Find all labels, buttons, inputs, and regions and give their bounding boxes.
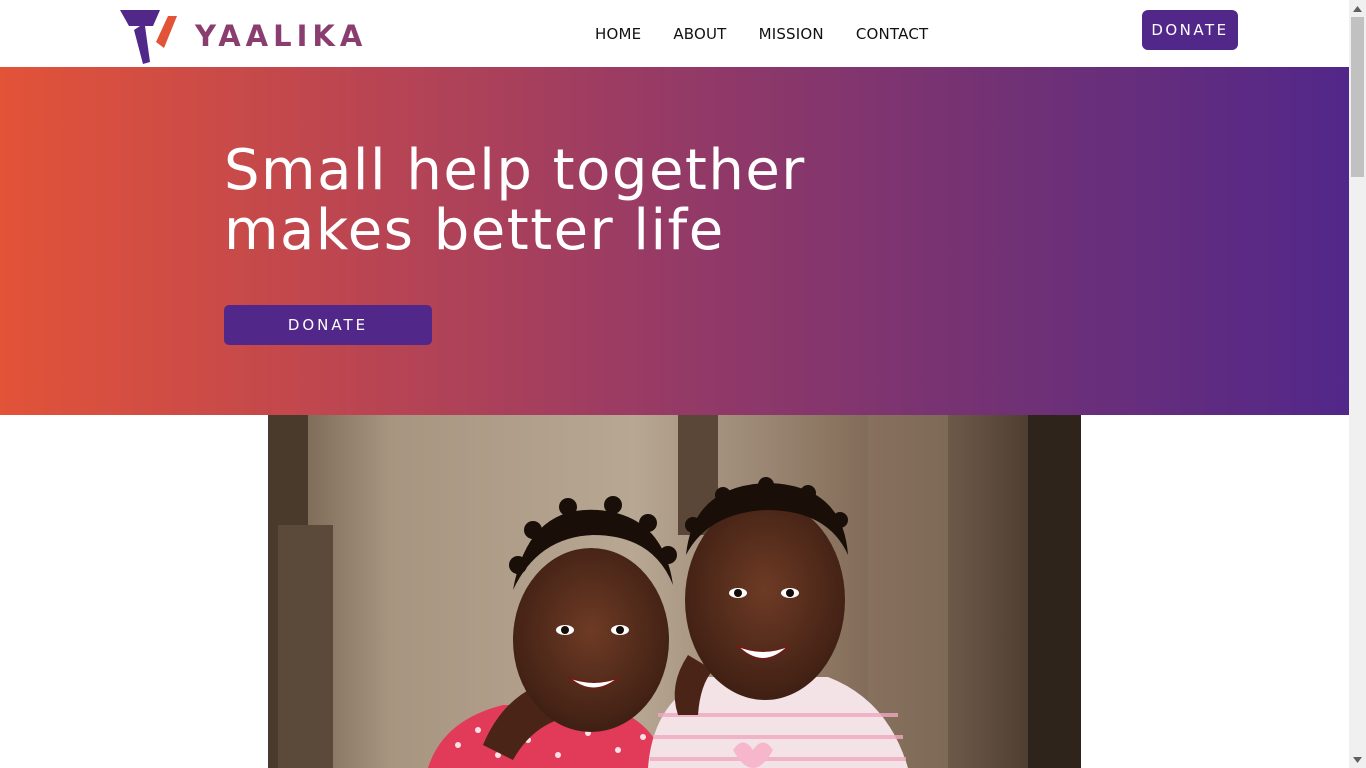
nav-contact[interactable]: CONTACT <box>856 24 929 44</box>
hero-title-line-1: Small help together <box>224 138 806 203</box>
nav-mission[interactable]: MISSION <box>759 24 824 44</box>
nav-about[interactable]: ABOUT <box>673 24 726 44</box>
main-nav: HOME ABOUT MISSION CONTACT <box>595 24 928 44</box>
nav-home[interactable]: HOME <box>595 24 641 44</box>
children-photo <box>268 415 1081 768</box>
site-header: YAALIKA HOME ABOUT MISSION CONTACT DONAT… <box>0 0 1349 67</box>
scroll-up-arrow-icon[interactable] <box>1349 0 1366 17</box>
brand-logo-link[interactable]: YAALIKA <box>120 8 367 64</box>
photo-two-smiling-children-icon <box>268 415 1081 768</box>
scroll-down-arrow-icon[interactable] <box>1349 751 1366 768</box>
brand-name: YAALIKA <box>195 18 368 53</box>
hero-title-line-2: makes better life <box>224 198 725 263</box>
header-donate-button[interactable]: DONATE <box>1142 10 1238 50</box>
yaalika-logo-icon <box>120 10 177 64</box>
page-scrollbar[interactable] <box>1349 0 1366 768</box>
hero-donate-button[interactable]: DONATE <box>224 305 432 345</box>
scrollbar-thumb[interactable] <box>1351 17 1364 177</box>
hero-title: Small help together makes better life <box>224 141 984 261</box>
page-viewport: YAALIKA HOME ABOUT MISSION CONTACT DONAT… <box>0 0 1349 768</box>
hero-banner: Small help together makes better life DO… <box>0 67 1349 415</box>
